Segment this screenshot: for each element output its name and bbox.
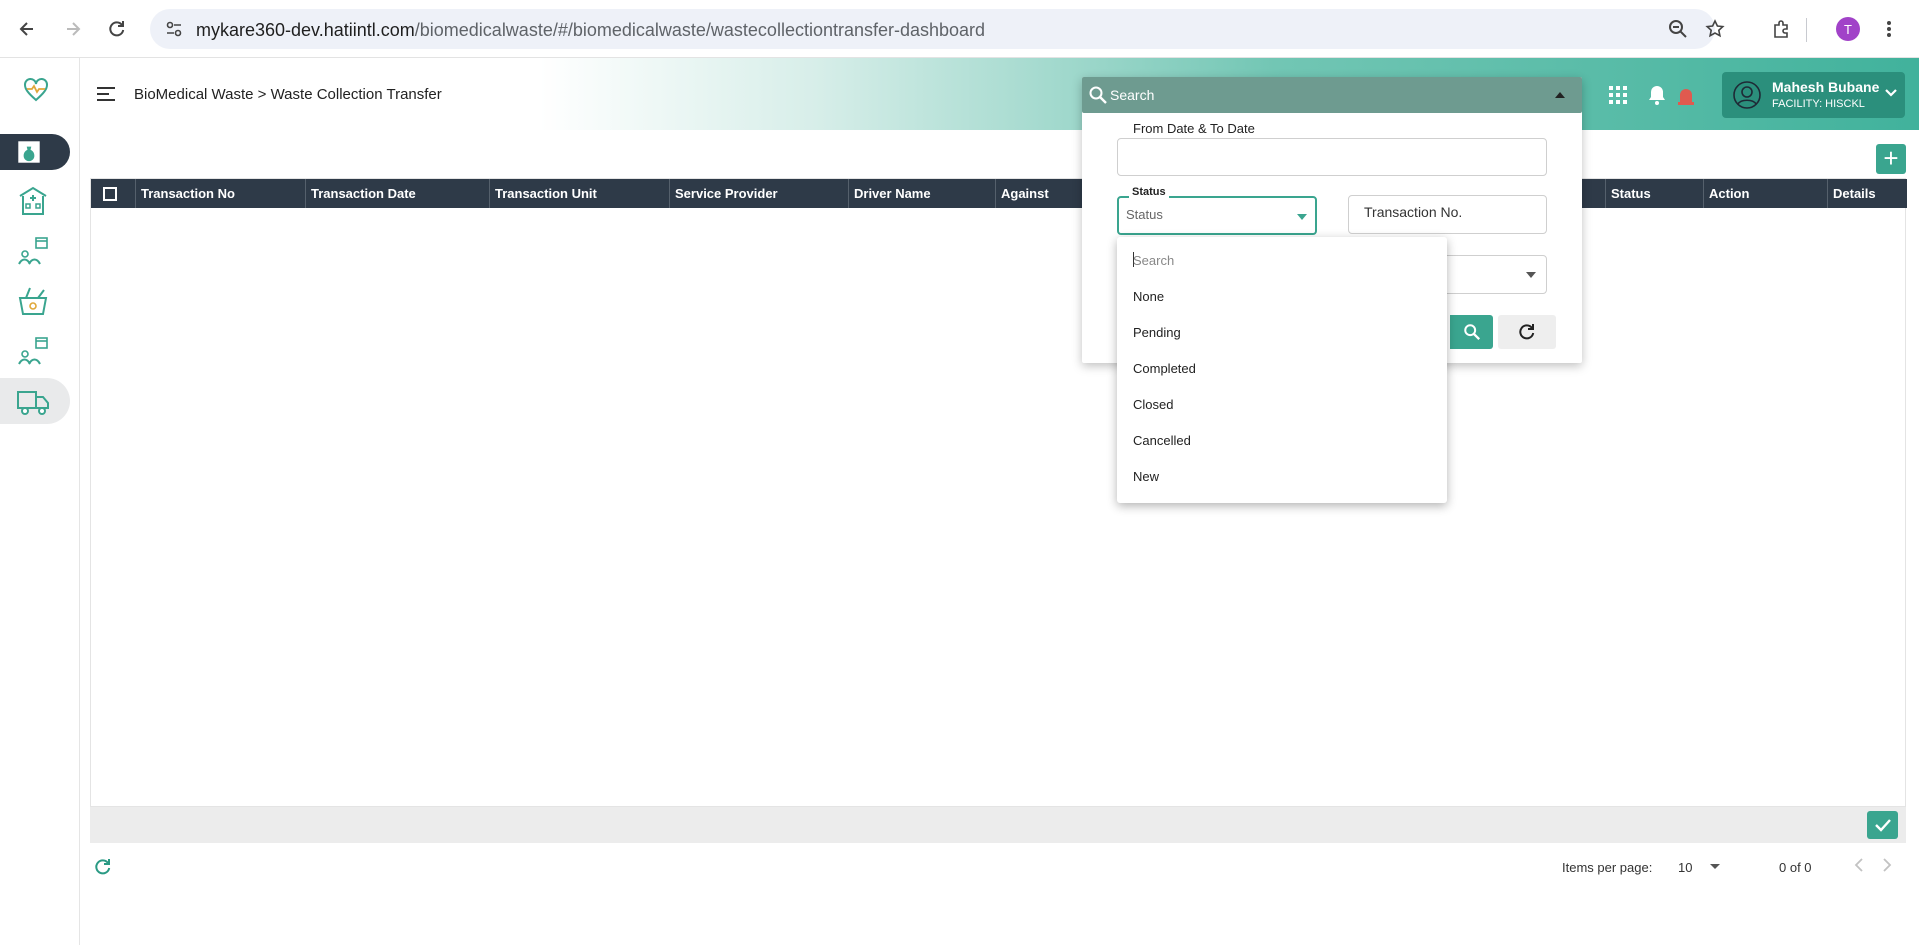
date-range-field[interactable]	[1117, 138, 1547, 176]
waste-bag-icon	[18, 141, 40, 163]
column-header[interactable]: Transaction Date	[305, 179, 489, 208]
bookmark-star-icon[interactable]	[1703, 17, 1727, 41]
facility-label: FACILITY: HISCKL	[1772, 98, 1865, 110]
table-header-row: Transaction No Transaction Date Transact…	[91, 179, 1907, 208]
address-bar[interactable]: mykare360-dev.hatiintl.com/biomedicalwas…	[150, 9, 1725, 49]
breadcrumb: BioMedical Waste > Waste Collection Tran…	[134, 86, 442, 103]
search-submit-button[interactable]	[1450, 315, 1493, 349]
browser-toolbar: mykare360-dev.hatiintl.com/biomedicalwas…	[0, 0, 1919, 58]
status-option[interactable]: Closed	[1133, 397, 1173, 412]
caret-down-icon[interactable]	[1710, 864, 1720, 869]
basket-icon	[18, 287, 48, 315]
back-icon[interactable]	[12, 14, 42, 44]
transaction-no-placeholder: Transaction No.	[1364, 204, 1463, 220]
toolbar-divider	[1806, 18, 1807, 42]
status-dropdown: Search None Pending Completed Closed Can…	[1117, 237, 1447, 503]
bins-calendar-alt-icon	[18, 337, 48, 365]
items-per-page-label: Items per page:	[1562, 860, 1653, 875]
reload-icon[interactable]	[102, 14, 132, 44]
alert-siren-icon[interactable]	[1675, 84, 1697, 106]
column-header[interactable]: Status	[1605, 179, 1703, 208]
profile-avatar[interactable]: T	[1836, 17, 1860, 41]
status-placeholder: Status	[1126, 207, 1163, 222]
search-toggle[interactable]: Search	[1082, 77, 1582, 113]
dropdown-search-input[interactable]: Search	[1133, 253, 1174, 268]
date-range-label: From Date & To Date	[1129, 121, 1259, 136]
zoom-icon[interactable]	[1666, 17, 1690, 41]
left-nav-rail	[0, 58, 80, 945]
status-option[interactable]: None	[1133, 289, 1164, 304]
browser-menu-icon[interactable]	[1874, 14, 1904, 44]
table-footer	[90, 807, 1906, 843]
column-header[interactable]: Transaction No	[135, 179, 305, 208]
caret-down-icon[interactable]	[1526, 272, 1536, 278]
rail-item-collection-schedule[interactable]	[0, 228, 70, 274]
search-placeholder: Search	[1110, 87, 1155, 103]
caret-up-icon[interactable]	[1555, 92, 1565, 98]
check-icon	[1874, 819, 1891, 832]
add-button[interactable]: +	[1876, 144, 1906, 174]
bins-calendar-icon	[18, 237, 48, 265]
status-label: Status	[1129, 186, 1169, 198]
reset-button[interactable]	[1498, 315, 1556, 349]
rail-item-facility[interactable]	[0, 178, 70, 224]
url-text: mykare360-dev.hatiintl.com/biomedicalwas…	[196, 20, 986, 40]
site-info-icon[interactable]	[162, 17, 186, 41]
search-icon	[1463, 324, 1480, 341]
status-option[interactable]: New	[1133, 469, 1159, 484]
refresh-icon	[1519, 324, 1535, 340]
column-header[interactable]: Action	[1703, 179, 1827, 208]
apps-grid-icon[interactable]	[1607, 84, 1629, 106]
confirm-button[interactable]	[1867, 811, 1898, 839]
rail-item-disposal[interactable]	[0, 278, 70, 324]
previous-page-icon[interactable]	[1853, 856, 1865, 874]
page-range: 0 of 0	[1779, 860, 1812, 875]
app-logo-icon[interactable]	[22, 76, 50, 104]
column-header[interactable]: Details	[1827, 179, 1907, 208]
caret-down-icon[interactable]	[1297, 214, 1307, 220]
status-option[interactable]: Cancelled	[1133, 433, 1191, 448]
hospital-building-icon	[19, 186, 47, 215]
rail-item-transfer-schedule[interactable]	[0, 328, 70, 374]
rail-item-waste-bag[interactable]	[0, 134, 70, 170]
notification-bell-icon[interactable]	[1646, 84, 1668, 106]
refresh-icon[interactable]	[93, 857, 113, 877]
chevron-down-icon[interactable]	[1884, 86, 1898, 100]
user-profile-card[interactable]: Mahesh Bubane FACILITY: HISCKL	[1722, 72, 1905, 118]
search-icon	[1089, 86, 1107, 104]
status-option[interactable]: Completed	[1133, 361, 1196, 376]
forward-icon[interactable]	[58, 14, 88, 44]
user-name: Mahesh Bubane	[1772, 79, 1880, 95]
column-header[interactable]: Transaction Unit	[489, 179, 669, 208]
next-page-icon[interactable]	[1881, 856, 1893, 874]
transfer-table: Transaction No Transaction Date Transact…	[90, 178, 1907, 807]
status-option[interactable]: Pending	[1133, 325, 1181, 340]
column-header[interactable]: Driver Name	[848, 179, 995, 208]
page-size-select[interactable]: 10	[1678, 860, 1692, 875]
column-header[interactable]: Service Provider	[669, 179, 848, 208]
select-all-checkbox[interactable]	[103, 187, 117, 201]
rail-item-waste-transfer[interactable]	[0, 378, 70, 424]
truck-icon	[17, 391, 49, 415]
menu-toggle-icon[interactable]	[96, 86, 116, 102]
user-avatar-icon	[1733, 81, 1761, 109]
extensions-icon[interactable]	[1767, 14, 1797, 44]
